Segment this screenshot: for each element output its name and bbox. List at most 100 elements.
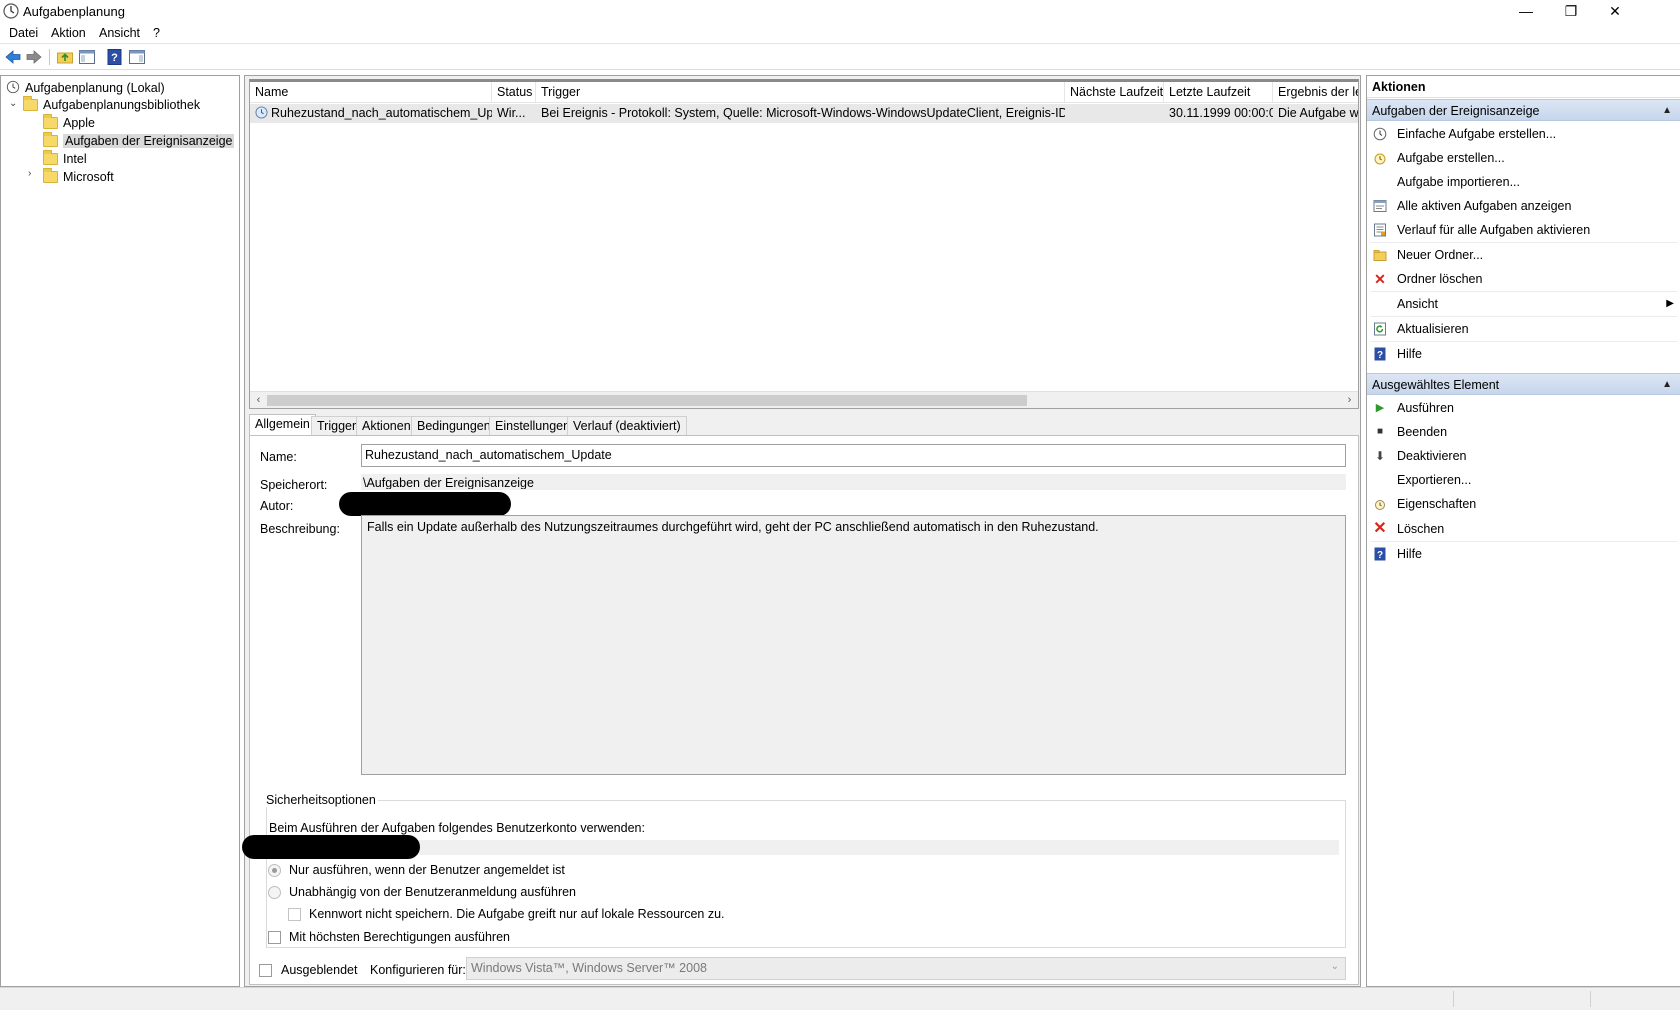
- actions-header: Aktionen: [1367, 76, 1680, 98]
- minimize-button[interactable]: —: [1503, 0, 1549, 24]
- radio-run-independent[interactable]: [268, 886, 281, 899]
- column-last-result[interactable]: Ergebnis der let: [1273, 82, 1358, 103]
- action-enable-history[interactable]: Verlauf für alle Aufgaben aktivieren: [1367, 219, 1680, 241]
- action-show-running-tasks[interactable]: Alle aktiven Aufgaben anzeigen: [1367, 195, 1680, 217]
- center-pane: Name Status Trigger Nächste Laufzeit Let…: [242, 75, 1361, 987]
- menu-bar: Datei Aktion Ansicht ?: [0, 24, 1680, 44]
- column-next-run[interactable]: Nächste Laufzeit: [1065, 82, 1164, 103]
- show-hide-action-pane-icon[interactable]: [128, 48, 146, 66]
- task-list: Name Status Trigger Nächste Laufzeit Let…: [249, 79, 1359, 409]
- checkbox-do-not-store-password-label: Kennwort nicht speichern. Die Aufgabe gr…: [309, 907, 725, 921]
- task-trigger-cell: Bei Ereignis - Protokoll: System, Quelle…: [541, 106, 1065, 120]
- task-status-cell: Wir...: [497, 106, 526, 120]
- user-account-redacted: [242, 835, 420, 859]
- action-new-folder[interactable]: Neuer Ordner...: [1367, 244, 1680, 266]
- column-trigger[interactable]: Trigger: [536, 82, 1065, 103]
- collapse-icon[interactable]: ▲: [1662, 374, 1672, 396]
- new-folder-icon: [1373, 250, 1387, 261]
- task-next-run-cell: [1065, 104, 1164, 123]
- restore-button[interactable]: ❐: [1548, 0, 1594, 24]
- chevron-right-icon[interactable]: ›: [28, 168, 31, 179]
- section-event-viewer-tasks[interactable]: Aufgaben der Ereignisanzeige ▲: [1367, 99, 1680, 121]
- details-tabs: Allgemein Trigger Aktionen Bedingungen E…: [249, 414, 1359, 436]
- radio-run-only-logged-on[interactable]: [268, 864, 281, 877]
- chevron-down-icon[interactable]: ⌄: [9, 98, 17, 109]
- tab-actions[interactable]: Aktionen: [356, 416, 417, 436]
- svg-text:?: ?: [111, 52, 118, 64]
- collapse-icon[interactable]: ▲: [1662, 100, 1672, 122]
- tab-history[interactable]: Verlauf (deaktiviert): [567, 416, 687, 436]
- action-help-selected[interactable]: ? Hilfe: [1367, 543, 1680, 565]
- column-last-run[interactable]: Letzte Laufzeit: [1164, 82, 1273, 103]
- play-icon: ▶: [1375, 402, 1385, 414]
- tree-item-microsoft[interactable]: Microsoft: [43, 168, 114, 186]
- tree-item-root[interactable]: Aufgabenplanung (Lokal): [5, 79, 165, 97]
- action-run[interactable]: ▶ Ausführen: [1367, 397, 1680, 419]
- action-properties[interactable]: Eigenschaften: [1367, 493, 1680, 515]
- task-list-header: Name Status Trigger Nächste Laufzeit Let…: [250, 82, 1358, 103]
- svg-text:?: ?: [1377, 550, 1383, 561]
- action-help[interactable]: ? Hilfe: [1367, 343, 1680, 365]
- column-name[interactable]: Name: [250, 82, 492, 103]
- scroll-right-icon[interactable]: ›: [1341, 392, 1358, 409]
- scroll-left-icon[interactable]: ‹: [250, 392, 267, 409]
- checkbox-do-not-store-password[interactable]: [288, 908, 301, 921]
- show-hide-tree-icon[interactable]: [78, 48, 96, 66]
- action-export[interactable]: Exportieren...: [1367, 469, 1680, 491]
- create-task-icon: [1374, 153, 1386, 165]
- horizontal-scrollbar[interactable]: ‹ ›: [250, 391, 1358, 408]
- tree-item-intel[interactable]: Intel: [43, 150, 87, 168]
- back-icon[interactable]: [4, 48, 22, 66]
- forward-icon[interactable]: [25, 48, 43, 66]
- radio-run-only-logged-on-label: Nur ausführen, wenn der Benutzer angemel…: [289, 863, 565, 877]
- menu-ansicht[interactable]: Ansicht: [99, 26, 140, 40]
- disable-arrow-down-icon: ⬇: [1374, 449, 1386, 463]
- refresh-icon: [1374, 322, 1386, 336]
- column-status[interactable]: Status: [492, 82, 536, 103]
- action-create-basic-task[interactable]: Einfache Aufgabe erstellen...: [1367, 123, 1680, 145]
- task-last-run-cell: 30.11.1999 00:00:00: [1169, 106, 1273, 120]
- task-name-field[interactable]: Ruhezustand_nach_automatischem_Update: [361, 444, 1346, 467]
- table-row[interactable]: Ruhezustand_nach_automatischem_Up... Wir…: [250, 104, 1358, 123]
- action-delete-folder[interactable]: ✕ Ordner löschen: [1367, 268, 1680, 290]
- tab-conditions[interactable]: Bedingungen: [411, 416, 497, 436]
- name-label: Name:: [260, 450, 297, 464]
- security-options-title: Sicherheitsoptionen: [264, 793, 378, 807]
- author-label: Autor:: [260, 499, 294, 513]
- action-import-task[interactable]: Aufgabe importieren...: [1367, 171, 1680, 193]
- tab-trigger[interactable]: Trigger: [311, 416, 363, 436]
- menu-datei[interactable]: Datei: [9, 26, 38, 40]
- task-result-cell: Die Aufgabe wu: [1278, 106, 1358, 120]
- up-folder-icon[interactable]: [56, 48, 74, 66]
- security-account-label: Beim Ausführen der Aufgaben folgendes Be…: [269, 821, 645, 835]
- menu-aktion[interactable]: Aktion: [51, 26, 86, 40]
- action-disable[interactable]: ⬇ Deaktivieren: [1367, 445, 1680, 467]
- tab-settings[interactable]: Einstellungen: [489, 416, 577, 436]
- description-field[interactable]: Falls ein Update außerhalb des Nutzungsz…: [361, 515, 1346, 775]
- action-end[interactable]: ■ Beenden: [1367, 421, 1680, 443]
- radio-run-independent-label: Unabhängig von der Benutzeranmeldung aus…: [289, 885, 577, 899]
- clock-icon: [6, 80, 20, 94]
- configure-for-select[interactable]: Windows Vista™, Windows Server™ 2008 ⌄: [466, 957, 1346, 980]
- tab-general[interactable]: Allgemein: [249, 414, 316, 436]
- divider: [1371, 541, 1677, 542]
- action-refresh[interactable]: Aktualisieren: [1367, 318, 1680, 340]
- action-delete[interactable]: ✕ Löschen: [1367, 518, 1680, 540]
- checkbox-highest-privileges[interactable]: [268, 931, 281, 944]
- location-label: Speicherort:: [260, 478, 328, 492]
- checkbox-hidden-label: Ausgeblendet: [281, 963, 358, 977]
- svg-text:?: ?: [1377, 350, 1383, 361]
- scrollbar-thumb[interactable]: [267, 395, 1027, 406]
- section-selected-item[interactable]: Ausgewähltes Element ▲: [1367, 373, 1680, 395]
- action-view[interactable]: Ansicht ▶: [1367, 293, 1680, 315]
- tree-item-event-viewer-tasks[interactable]: Aufgaben der Ereignisanzeige: [43, 132, 235, 150]
- menu-help[interactable]: ?: [153, 26, 160, 40]
- close-button[interactable]: ✕: [1592, 0, 1638, 24]
- chevron-down-icon: ⌄: [1330, 961, 1339, 972]
- user-account-field: [269, 840, 1339, 855]
- tree-item-apple[interactable]: Apple: [43, 114, 95, 132]
- action-create-task[interactable]: Aufgabe erstellen...: [1367, 147, 1680, 169]
- tree-item-library[interactable]: Aufgabenplanungsbibliothek: [23, 96, 200, 114]
- help-icon[interactable]: ?: [106, 48, 124, 66]
- checkbox-hidden[interactable]: [259, 964, 272, 977]
